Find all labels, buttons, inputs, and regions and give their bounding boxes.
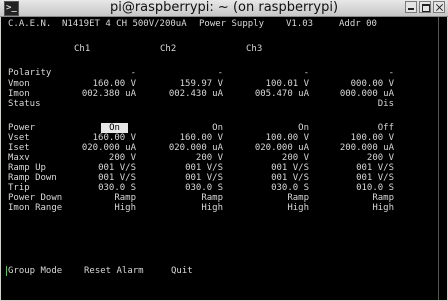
row-label: Ramp Up	[8, 163, 46, 173]
row-label: Polarity	[8, 68, 52, 78]
table-cell[interactable]: Ramp	[147, 193, 223, 203]
table-cell[interactable]: High	[233, 203, 309, 213]
table-cell[interactable]: 001 V/S	[233, 163, 309, 173]
table-cell[interactable]: 002.380 uA	[60, 89, 136, 99]
table-cell[interactable]: High	[147, 203, 223, 213]
row-label: Vset	[8, 133, 30, 143]
row-label: Power Down	[8, 193, 63, 203]
vendor-label: C.A.E.N.	[8, 19, 52, 29]
menu-quit[interactable]: Quit	[171, 266, 193, 276]
table-cell[interactable]: -	[147, 68, 223, 78]
table-cell[interactable]: 100.00 V	[233, 133, 309, 143]
table-cell[interactable]: 001 V/S	[318, 173, 394, 183]
window-title: pi@raspberrypi: ~ (on raspberrypi)	[109, 0, 339, 15]
table-cell[interactable]: 160.00 V	[147, 133, 223, 143]
table-cell[interactable]: 000.00 V	[318, 79, 394, 89]
table-cell[interactable]: 160.00 V	[60, 133, 136, 143]
menu-reset-alarm[interactable]: Reset Alarm	[84, 266, 144, 276]
table-cell[interactable]: -	[318, 68, 394, 78]
table-cell[interactable]: 001 V/S	[147, 163, 223, 173]
channel-header-1: Ch1	[74, 44, 91, 54]
model-label: N1419ET 4 CH 500V/200uA	[62, 19, 187, 29]
table-cell[interactable]: 010.0 S	[318, 183, 394, 193]
table-cell[interactable]: 001 V/S	[60, 173, 136, 183]
table-cell[interactable]: 020.000 uA	[147, 143, 223, 153]
table-cell[interactable]: 200 V	[233, 153, 309, 163]
table-cell[interactable]: On	[233, 123, 309, 133]
product-label: Power Supply	[199, 19, 265, 29]
table-cell[interactable]: Ramp	[318, 193, 394, 203]
table-cell[interactable]: 200 V	[147, 153, 223, 163]
row-label: Trip	[8, 183, 30, 193]
selected-cell[interactable]: On	[101, 123, 128, 133]
maximize-button[interactable]	[419, 1, 431, 13]
table-cell[interactable]: 200 V	[318, 153, 394, 163]
table-cell[interactable]: 100.00 V	[318, 133, 394, 143]
table-cell[interactable]: 000.000 uA	[318, 89, 394, 99]
table-cell[interactable]: Ramp	[233, 193, 309, 203]
terminal-screen[interactable]: C.A.E.N. N1419ET 4 CH 500V/200uA Power S…	[1, 17, 447, 300]
table-cell[interactable]: 200 V	[60, 153, 136, 163]
table-cell[interactable]: 001 V/S	[233, 173, 309, 183]
address-label: Addr 00	[339, 19, 377, 29]
row-label: Ramp Down	[8, 173, 57, 183]
table-cell[interactable]: 005.470 uA	[233, 89, 309, 99]
table-cell[interactable]: Off	[318, 123, 394, 133]
table-cell[interactable]: 002.430 uA	[147, 89, 223, 99]
table-cell[interactable]: Dis	[318, 99, 394, 109]
channel-header-3: Ch3	[246, 44, 263, 54]
row-label: Maxv	[8, 153, 30, 163]
table-cell[interactable]: 001 V/S	[60, 163, 136, 173]
row-label: Iset	[8, 143, 30, 153]
row-label: Imon Range	[8, 203, 63, 213]
table-cell[interactable]: 001 V/S	[147, 173, 223, 183]
table-cell[interactable]: 001 V/S	[318, 163, 394, 173]
table-cell[interactable]: 020.000 uA	[233, 143, 309, 153]
row-label: Vmon	[8, 79, 30, 89]
close-button[interactable]	[433, 1, 445, 13]
table-cell[interactable]: 020.000 uA	[60, 143, 136, 153]
table-cell[interactable]: 159.97 V	[147, 79, 223, 89]
table-cell[interactable]: On	[147, 123, 223, 133]
text-cursor	[6, 266, 7, 276]
table-cell[interactable]: -	[233, 68, 309, 78]
table-cell[interactable]: 200.000 uA	[318, 143, 394, 153]
table-cell[interactable]: 030.0 S	[233, 183, 309, 193]
table-cell[interactable]: 100.01 V	[233, 79, 309, 89]
row-label: Status	[8, 99, 41, 109]
terminal-scrollbar[interactable]	[438, 17, 447, 300]
menu-group-mode[interactable]: Group Mode	[8, 266, 62, 276]
channel-header-2: Ch2	[160, 44, 177, 54]
minimize-button[interactable]	[405, 1, 417, 13]
table-cell[interactable]: -	[60, 68, 136, 78]
row-label: Imon	[8, 89, 30, 99]
table-cell[interactable]: High	[60, 203, 136, 213]
table-cell[interactable]: 160.00 V	[60, 79, 136, 89]
table-cell[interactable]: High	[318, 203, 394, 213]
table-cell[interactable]: Ramp	[60, 193, 136, 203]
table-cell[interactable]: 030.0 S	[147, 183, 223, 193]
window-titlebar[interactable]: >_ pi@raspberrypi: ~ (on raspberrypi)	[0, 0, 448, 17]
table-cell[interactable]: 030.0 S	[60, 183, 136, 193]
row-label: Power	[8, 123, 36, 133]
version-label: V1.03	[286, 19, 314, 29]
